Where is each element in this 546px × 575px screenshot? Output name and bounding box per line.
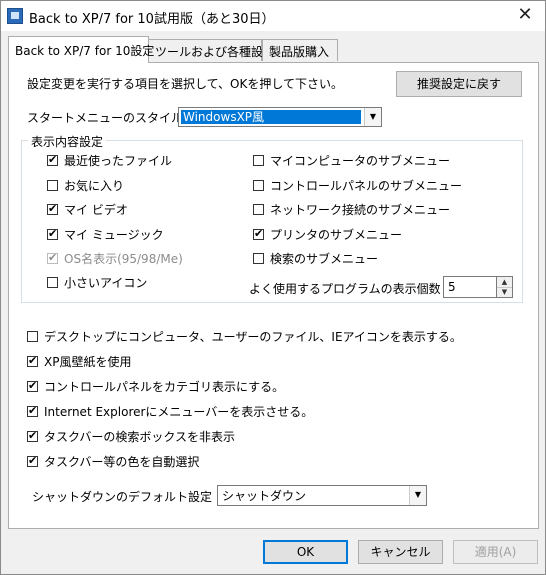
checkbox[interactable]	[27, 379, 38, 393]
checkbox[interactable]	[27, 454, 38, 468]
checkbox[interactable]	[27, 404, 38, 418]
check-label: ネットワーク接続のサブメニュー	[270, 203, 451, 217]
checkbox[interactable]	[47, 202, 58, 216]
ok-button[interactable]: OK	[263, 540, 348, 564]
shutdown-default-value: シャットダウン	[222, 489, 307, 503]
checkbox[interactable]	[27, 354, 38, 368]
check-label: Internet Explorerにメニューバーを表示させる。	[44, 405, 314, 419]
check-label: デスクトップにコンピュータ、ユーザーのファイル、IEアイコンを表示する。	[44, 330, 462, 344]
check-label: OS名表示(95/98/Me)	[64, 252, 183, 266]
check-label: コントロールパネルのサブメニュー	[270, 179, 463, 193]
shutdown-default-select[interactable]: シャットダウン ▼	[217, 485, 427, 506]
start-menu-style-select[interactable]: WindowsXP風 ▼	[178, 107, 382, 127]
check-label: プリンタのサブメニュー	[270, 228, 403, 242]
check-label: マイ ミュージック	[64, 228, 164, 242]
checkbox[interactable]	[27, 429, 38, 443]
checkbox[interactable]	[47, 227, 58, 241]
check-label: マイコンピュータのサブメニュー	[270, 154, 451, 168]
instruction-text: 設定変更を実行する項目を選択して、OKを押して下さい。	[27, 77, 343, 91]
checkbox[interactable]	[253, 180, 264, 191]
checkbox[interactable]	[47, 251, 58, 265]
check-label: タスクバーの検索ボックスを非表示	[44, 430, 236, 444]
reset-recommended-button[interactable]: 推奨設定に戻す	[396, 71, 522, 97]
program-count-label: よく使用するプログラムの表示個数	[249, 282, 441, 296]
chevron-down-icon[interactable]: ▼	[409, 486, 426, 505]
checkbox[interactable]	[47, 277, 58, 288]
apply-button[interactable]: 適用(A)	[453, 540, 538, 564]
check-label: マイ ビデオ	[64, 203, 128, 217]
checkbox[interactable]	[253, 155, 264, 166]
check-label: XP風壁紙を使用	[44, 355, 132, 369]
checkbox[interactable]	[47, 180, 58, 191]
spin-down-icon[interactable]: ▼	[497, 287, 512, 297]
check-label: お気に入り	[64, 179, 125, 193]
checkbox[interactable]	[253, 204, 264, 215]
shutdown-default-label: シャットダウンのデフォルト設定	[32, 490, 213, 504]
cancel-button[interactable]: キャンセル	[358, 540, 443, 564]
checkbox[interactable]	[27, 331, 38, 342]
check-label: 検索のサブメニュー	[270, 252, 379, 266]
check-label: タスクバー等の色を自動選択	[44, 455, 200, 469]
checkbox[interactable]	[47, 153, 58, 167]
checkbox[interactable]	[253, 253, 264, 264]
program-count-spinner[interactable]: ▲ ▼	[497, 276, 513, 298]
start-menu-style-value: WindowsXP風	[181, 110, 361, 124]
program-count-input[interactable]: 5	[443, 276, 497, 298]
chevron-down-icon[interactable]: ▼	[364, 108, 381, 126]
start-menu-style-label: スタートメニューのスタイル	[27, 111, 184, 125]
check-label: コントロールパネルをカテゴリ表示にする。	[44, 380, 285, 394]
check-label: 小さいアイコン	[64, 276, 148, 290]
display-settings-group-title: 表示内容設定	[28, 133, 107, 150]
checkbox[interactable]	[253, 227, 264, 241]
check-label: 最近使ったファイル	[64, 154, 173, 168]
